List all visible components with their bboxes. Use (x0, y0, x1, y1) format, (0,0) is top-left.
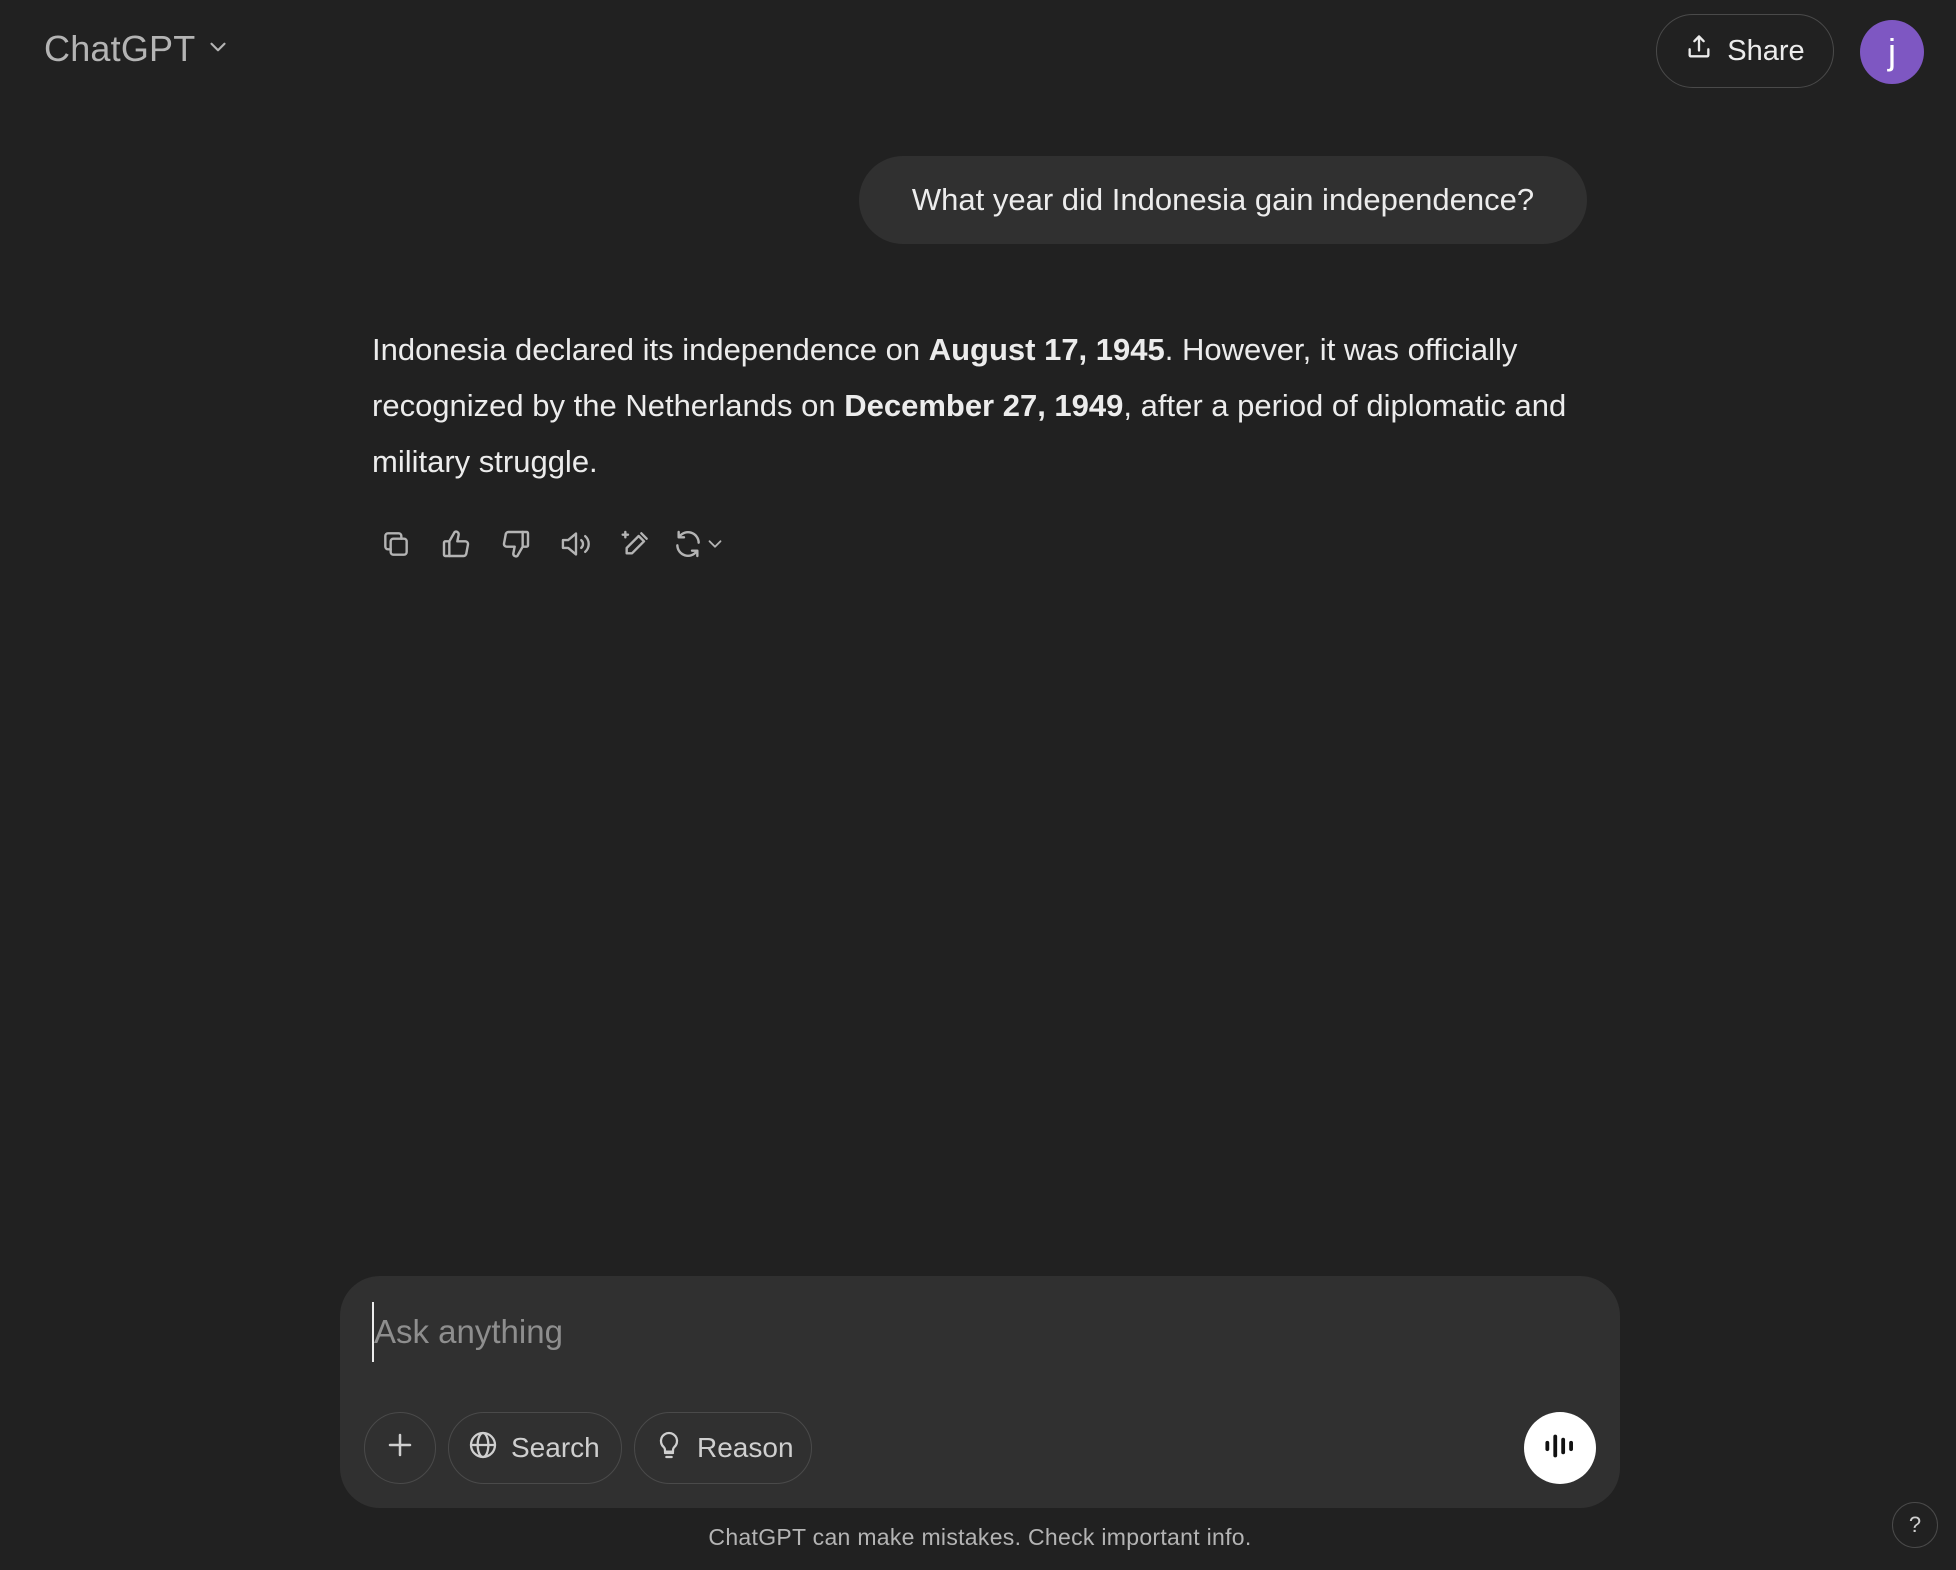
avatar[interactable]: j (1860, 20, 1924, 84)
voice-waveform-icon (1541, 1427, 1579, 1470)
chevron-down-icon (704, 533, 726, 555)
globe-icon (467, 1429, 499, 1468)
assistant-message: Indonesia declared its independence on A… (372, 322, 1602, 490)
edit-in-canvas-button[interactable] (612, 520, 660, 568)
good-response-button[interactable] (432, 520, 480, 568)
copy-icon (380, 528, 412, 560)
model-name: ChatGPT (44, 28, 196, 69)
lightbulb-icon (653, 1429, 685, 1468)
share-label: Share (1727, 34, 1805, 67)
read-aloud-button[interactable] (552, 520, 600, 568)
disclaimer: ChatGPT can make mistakes. Check importa… (708, 1524, 1252, 1550)
avatar-letter: j (1888, 31, 1896, 72)
thumbs-down-icon (500, 528, 532, 560)
reason-button[interactable]: Reason (634, 1412, 812, 1484)
user-message-bubble: What year did Indonesia gain independenc… (859, 156, 1587, 244)
search-button[interactable]: Search (448, 1412, 622, 1484)
header: ChatGPT Share j (0, 0, 1956, 104)
bad-response-button[interactable] (492, 520, 540, 568)
reason-label: Reason (697, 1432, 794, 1463)
prompt-input[interactable] (372, 1302, 1574, 1362)
edit-canvas-icon (620, 528, 652, 560)
copy-button[interactable] (372, 520, 420, 568)
help-label: ? (1908, 1512, 1922, 1537)
assistant-bold-date1: August 17, 1945 (928, 332, 1165, 367)
assistant-text-part1: Indonesia declared its independence on (372, 332, 929, 367)
share-button[interactable]: Share (1656, 14, 1834, 88)
user-message-text: What year did Indonesia gain independenc… (911, 182, 1535, 217)
message-actions (372, 520, 754, 568)
model-selector[interactable]: ChatGPT (44, 28, 231, 70)
chevron-down-icon (205, 34, 231, 65)
read-aloud-icon (559, 528, 593, 560)
composer: Search Reason (340, 1276, 1620, 1508)
plus-icon (385, 1430, 415, 1467)
attach-button[interactable] (364, 1412, 436, 1484)
thumbs-up-icon (440, 528, 472, 560)
share-icon (1685, 33, 1713, 69)
assistant-bold-date2: December 27, 1949 (844, 388, 1124, 423)
regenerate-button[interactable] (672, 520, 742, 568)
regenerate-icon (672, 528, 704, 560)
help-button[interactable]: ? (1892, 1502, 1938, 1548)
voice-mode-button[interactable] (1524, 1412, 1596, 1484)
search-label: Search (511, 1432, 600, 1463)
